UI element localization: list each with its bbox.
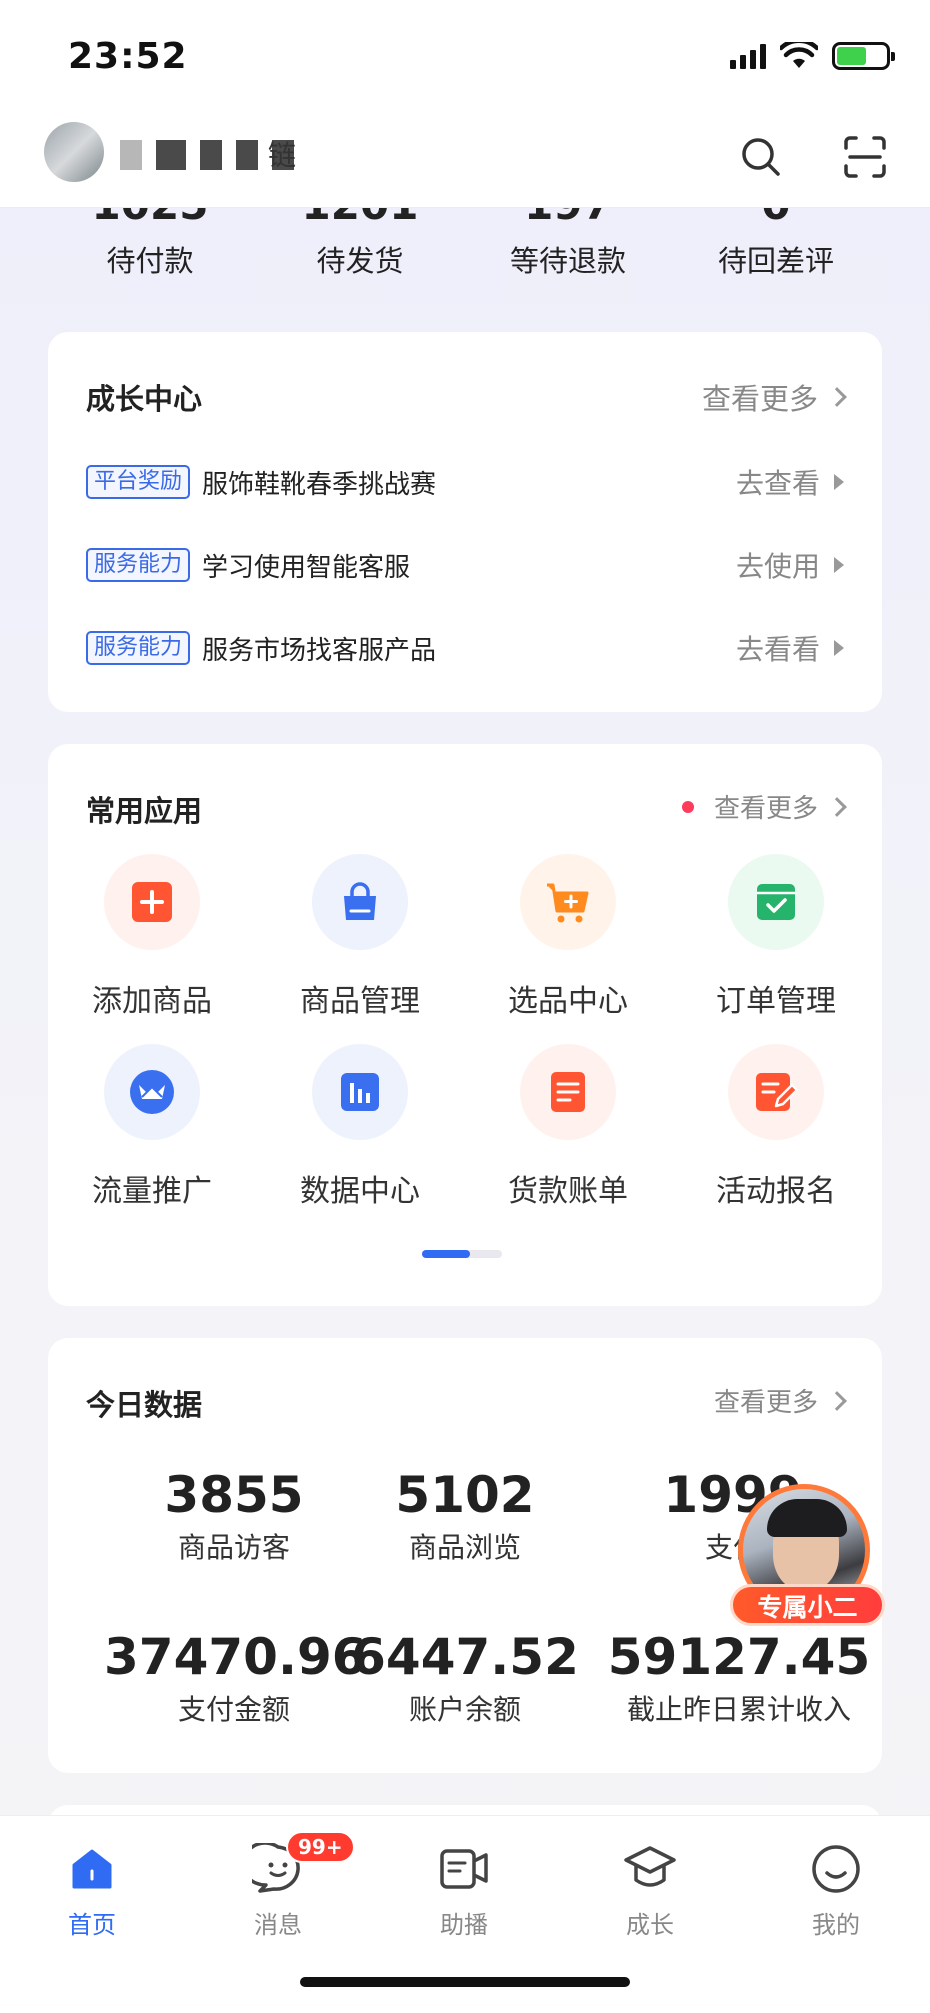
apps-more-label: 查看更多: [713, 794, 818, 824]
bill-icon: [520, 1044, 616, 1140]
growth-action[interactable]: 去看看: [736, 628, 844, 668]
tab-profile[interactable]: 我的: [776, 1841, 896, 1940]
cart-plus-icon: [520, 854, 616, 950]
notification-dot: [681, 800, 694, 813]
app-label: 商品管理: [300, 984, 420, 1019]
tab-messages[interactable]: 99+ 消息: [218, 1831, 355, 1940]
growth-item[interactable]: 服务能力 服务市场找客服产品 去看看: [86, 628, 844, 668]
app-label: 添加商品: [92, 984, 212, 1019]
chevron-right-icon: [827, 796, 847, 817]
stat-payment-amount[interactable]: 37470.96 支付金额: [104, 1628, 367, 1728]
common-apps-title: 常用应用: [86, 794, 203, 828]
shopping-bag-icon: [312, 854, 408, 950]
page-indicator-active: [422, 1250, 470, 1258]
growth-text: 服务市场找客服产品: [202, 635, 437, 666]
tab-label: 首页: [68, 1911, 116, 1939]
traffic-icon: [104, 1044, 200, 1140]
assistant-label: 专属小二: [730, 1584, 885, 1626]
growth-item[interactable]: 服务能力 学习使用智能客服 去使用: [86, 545, 844, 585]
growth-center-card: 成长中心 查看更多 平台奖励 服饰鞋靴春季挑战赛 去查看 服务能力 学习使用智能…: [48, 332, 882, 712]
tab-label: 助播: [440, 1911, 488, 1939]
growth-action[interactable]: 去使用: [736, 545, 844, 585]
message-count-badge: 99+: [286, 1831, 355, 1863]
status-time: 23:52: [68, 36, 188, 77]
bar-chart-icon: [312, 1044, 408, 1140]
app-event-signup[interactable]: 活动报名: [676, 1044, 876, 1210]
tab-live-assist[interactable]: 助播: [404, 1841, 524, 1940]
growth-center-title: 成长中心: [86, 382, 203, 416]
triangle-right-icon: [834, 557, 844, 573]
search-icon[interactable]: [738, 134, 784, 180]
triangle-right-icon: [834, 474, 844, 490]
app-order-management[interactable]: 订单管理: [676, 854, 876, 1020]
app-label: 选品中心: [508, 984, 628, 1019]
tab-label: 我的: [812, 1911, 860, 1939]
tab-label: 消息: [254, 1911, 302, 1939]
shop-name[interactable]: 链: [268, 134, 296, 174]
growth-tag: 平台奖励: [86, 465, 191, 499]
stat-account-balance[interactable]: 6447.52 账户余额: [335, 1628, 595, 1728]
triangle-right-icon: [834, 640, 844, 656]
app-traffic-promotion[interactable]: 流量推广: [52, 1044, 252, 1210]
add-product-icon: [104, 854, 200, 950]
app-data-center[interactable]: 数据中心: [260, 1044, 460, 1210]
tab-home[interactable]: 首页: [32, 1841, 152, 1940]
growth-text: 学习使用智能客服: [202, 552, 411, 583]
app-label: 流量推广: [92, 1174, 212, 1209]
chevron-right-icon: [827, 387, 847, 407]
app-label: 订单管理: [716, 984, 836, 1019]
app-product-management[interactable]: 商品管理: [260, 854, 460, 1020]
page-indicator: [422, 1250, 502, 1258]
common-apps-card: 常用应用 查看更多 添加商品 商品管理 选品中心 订单管理 流量推广 数据中心 …: [48, 744, 882, 1306]
today-more-link[interactable]: 查看更多: [713, 1382, 847, 1419]
app-product-selection[interactable]: 选品中心: [468, 854, 668, 1020]
growth-more-link[interactable]: 查看更多: [701, 376, 847, 418]
chevron-right-icon: [827, 1390, 847, 1411]
stat-product-visitors[interactable]: 3855 商品访客: [104, 1466, 364, 1566]
order-check-icon: [728, 854, 824, 950]
shop-avatar[interactable]: [44, 122, 104, 182]
home-icon: [32, 1841, 152, 1897]
status-icons: [730, 42, 895, 70]
growth-tag: 服务能力: [86, 548, 191, 582]
growth-text: 服饰鞋靴春季挑战赛: [202, 469, 437, 500]
tab-growth[interactable]: 成长: [590, 1841, 710, 1940]
growth-item[interactable]: 平台奖励 服饰鞋靴春季挑战赛 去查看: [86, 462, 844, 502]
live-assist-icon: [404, 1841, 524, 1897]
today-more-label: 查看更多: [713, 1388, 818, 1418]
app-label: 活动报名: [716, 1174, 836, 1209]
growth-more-label: 查看更多: [701, 382, 818, 416]
profile-smile-icon: [776, 1841, 896, 1897]
apps-more-link[interactable]: 查看更多: [681, 788, 847, 825]
scan-icon[interactable]: [842, 134, 888, 180]
signal-icon: [730, 43, 766, 69]
edit-form-icon: [728, 1044, 824, 1140]
growth-action[interactable]: 去查看: [736, 462, 844, 502]
app-payment-bills[interactable]: 货款账单: [468, 1044, 668, 1210]
app-label: 数据中心: [300, 1174, 420, 1209]
status-bar: 23:52: [0, 0, 930, 110]
graduation-cap-icon: [590, 1841, 710, 1897]
stat-product-views[interactable]: 5102 商品浏览: [335, 1466, 595, 1566]
order-stats: 1025 待付款 1201 待发货 197 等待退款 0 待回差评: [92, 208, 834, 278]
tab-label: 成长: [626, 1911, 674, 1939]
growth-tag: 服务能力: [86, 631, 191, 665]
app-label: 货款账单: [508, 1174, 628, 1209]
today-data-title: 今日数据: [86, 1388, 203, 1422]
wifi-icon: [780, 42, 818, 68]
app-add-product[interactable]: 添加商品: [52, 854, 252, 1020]
exclusive-assistant-button[interactable]: 专属小二: [730, 1484, 885, 1634]
battery-icon: [832, 42, 895, 70]
stat-cumulative-income[interactable]: 59127.45 截止昨日累计收入: [604, 1628, 874, 1728]
shop-header: 链: [0, 110, 930, 208]
home-indicator[interactable]: [300, 1977, 630, 1987]
